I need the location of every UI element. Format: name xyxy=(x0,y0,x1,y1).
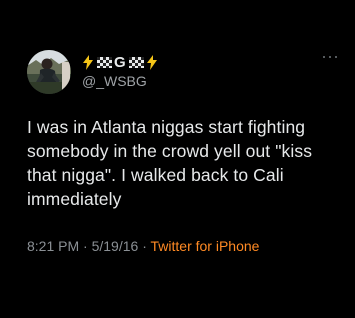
lightning-bolt-icon xyxy=(82,54,94,70)
tweet-header: G @_WSBG xyxy=(27,50,337,94)
lightning-bolt-icon xyxy=(146,54,158,70)
checkered-flag-icon xyxy=(128,56,144,68)
tweet-date[interactable]: 5/19/16 xyxy=(92,238,139,254)
tweet-time[interactable]: 8:21 PM xyxy=(27,238,79,254)
tweet-source-link[interactable]: Twitter for iPhone xyxy=(151,238,260,254)
avatar[interactable] xyxy=(27,50,71,94)
meta-separator: · xyxy=(83,238,88,254)
meta-separator: · xyxy=(142,238,147,254)
user-handle[interactable]: @_WSBG xyxy=(82,73,161,89)
more-dots-icon[interactable] xyxy=(323,56,337,60)
tweet-text: I was in Atlanta niggas start fighting s… xyxy=(27,117,313,209)
tweet-card: G @_WSBG I was in Atlanta niggas start f… xyxy=(0,0,355,318)
profile-photo-icon xyxy=(27,50,71,94)
tweet-meta: 8:21 PM · 5/19/16 · Twitter for iPhone xyxy=(27,237,259,255)
user-info: G @_WSBG xyxy=(82,52,161,89)
display-name-text: G xyxy=(114,53,126,71)
checkered-flag-icon xyxy=(97,56,112,68)
display-name[interactable]: G xyxy=(82,52,161,72)
